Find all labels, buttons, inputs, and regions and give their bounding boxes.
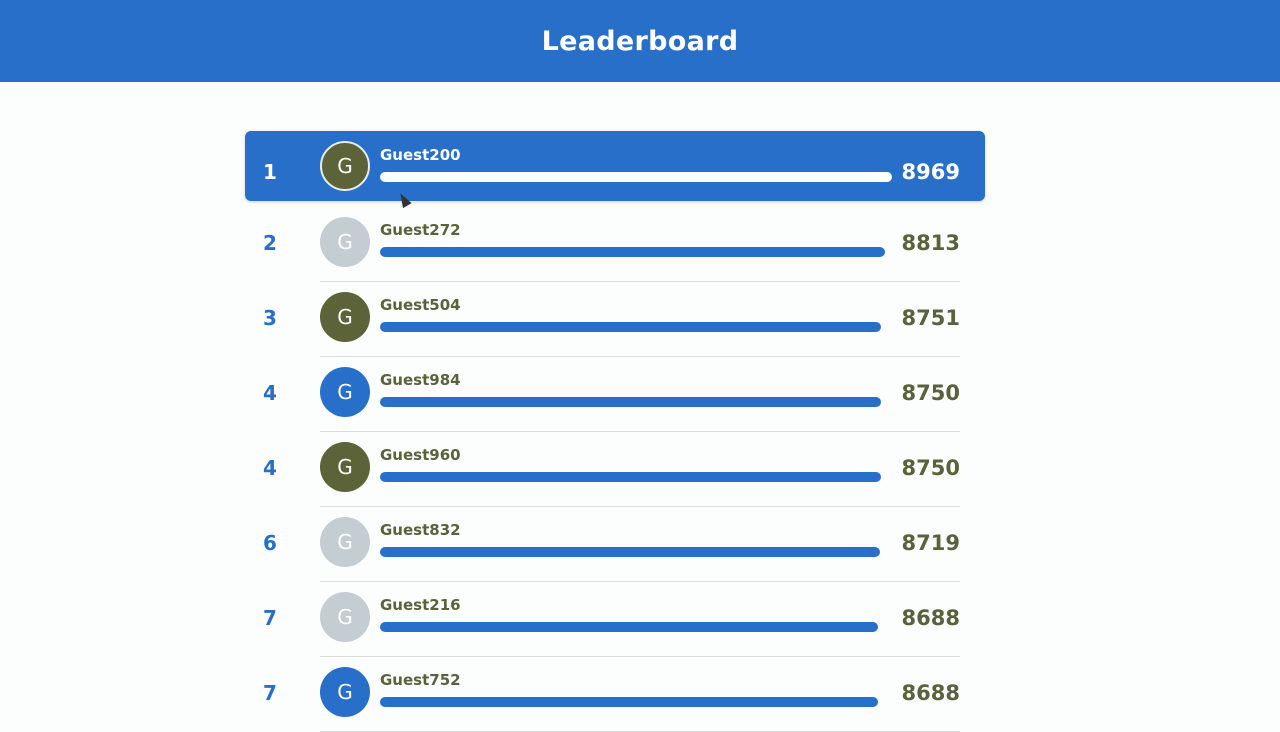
player-name: Guest200 xyxy=(380,146,461,164)
score-bar-fill xyxy=(380,622,878,632)
player-score: 8750 xyxy=(901,381,960,405)
player-name: Guest832 xyxy=(380,521,461,539)
rank-number: 4 xyxy=(263,381,277,405)
avatar: G xyxy=(320,367,370,417)
player-name: Guest752 xyxy=(380,671,461,689)
player-score: 8969 xyxy=(901,160,960,184)
avatar: G xyxy=(320,217,370,267)
score-bar-fill xyxy=(380,472,881,482)
avatar: G xyxy=(320,292,370,342)
rank-number: 3 xyxy=(263,306,277,330)
score-bar xyxy=(380,547,900,557)
rank-number: 1 xyxy=(263,160,277,184)
player-name: Guest216 xyxy=(380,596,461,614)
score-bar-fill xyxy=(380,397,881,407)
player-score: 8688 xyxy=(901,606,960,630)
player-name: Guest960 xyxy=(380,446,461,464)
score-bar xyxy=(380,322,900,332)
leaderboard-row[interactable]: 4 G Guest960 8750 xyxy=(245,432,985,507)
avatar: G xyxy=(320,442,370,492)
score-bar xyxy=(380,172,900,182)
player-score: 8688 xyxy=(901,681,960,705)
rank-number: 6 xyxy=(263,531,277,555)
player-score: 8719 xyxy=(901,531,960,555)
leaderboard-row[interactable]: 7 G Guest216 8688 xyxy=(245,582,985,657)
score-bar xyxy=(380,247,900,257)
avatar: G xyxy=(320,592,370,642)
leaderboard-row[interactable]: 6 G Guest832 8719 xyxy=(245,507,985,582)
score-bar-fill xyxy=(380,697,878,707)
rank-number: 2 xyxy=(263,231,277,255)
player-name: Guest984 xyxy=(380,371,461,389)
avatar: G xyxy=(320,667,370,717)
avatar: G xyxy=(320,517,370,567)
player-name: Guest504 xyxy=(380,296,461,314)
player-score: 8751 xyxy=(901,306,960,330)
score-bar xyxy=(380,622,900,632)
score-bar-fill xyxy=(380,322,881,332)
leaderboard-row[interactable]: 7 G Guest752 8688 xyxy=(245,657,985,732)
score-bar-fill xyxy=(380,547,880,557)
score-bar xyxy=(380,697,900,707)
avatar: G xyxy=(320,141,370,191)
leaderboard-row[interactable]: 2 G Guest272 8813 xyxy=(245,207,985,282)
rank-number: 4 xyxy=(263,456,277,480)
player-name: Guest272 xyxy=(380,221,461,239)
rank-number: 7 xyxy=(263,606,277,630)
rank-number: 7 xyxy=(263,681,277,705)
leaderboard-row[interactable]: 3 G Guest504 8751 xyxy=(245,282,985,357)
score-bar-fill xyxy=(380,172,892,182)
player-score: 8813 xyxy=(901,231,960,255)
leaderboard-row[interactable]: 4 G Guest984 8750 xyxy=(245,357,985,432)
leaderboard-row[interactable]: 1 G Guest200 8969 xyxy=(245,131,985,201)
score-bar xyxy=(380,397,900,407)
player-score: 8750 xyxy=(901,456,960,480)
score-bar-fill xyxy=(380,247,885,257)
score-bar xyxy=(380,472,900,482)
leaderboard-list: 1 G Guest200 8969 2 G Guest272 8813 3 G Guest504 87… xyxy=(0,0,1280,732)
